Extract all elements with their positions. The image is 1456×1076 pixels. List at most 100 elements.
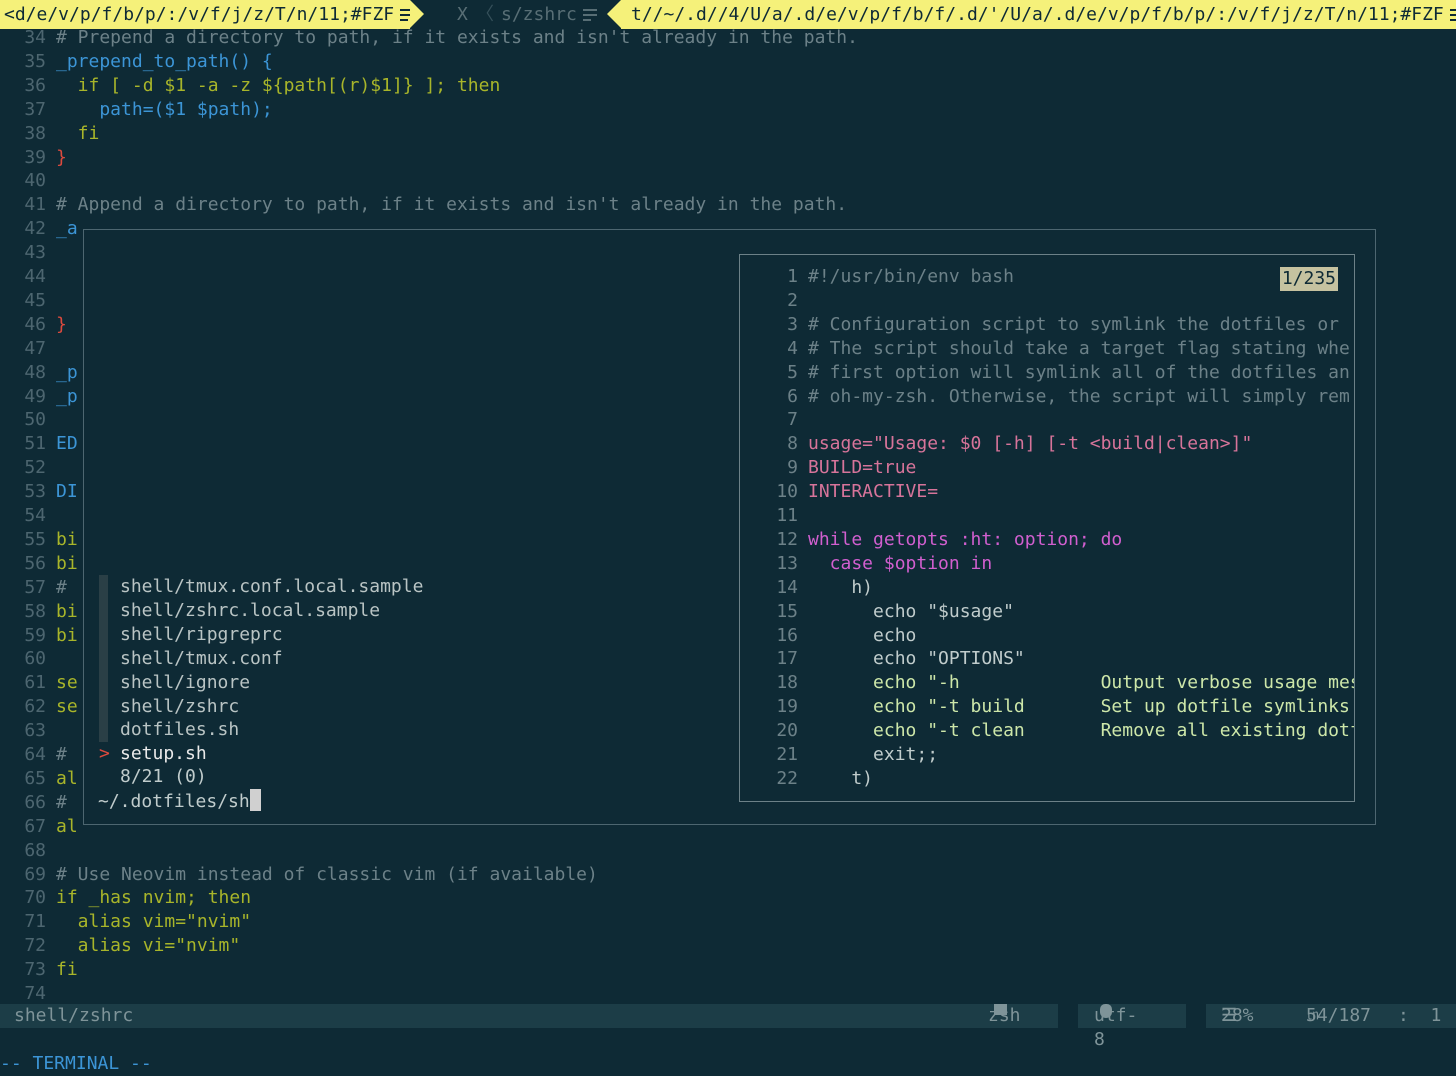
preview-line-text: # oh-my-zsh. Otherwise, the script will … — [808, 385, 1350, 407]
code-line: 39} — [0, 146, 67, 170]
tab-close-button[interactable]: X — [457, 0, 468, 29]
preview-line-text: BUILD=true — [808, 457, 917, 479]
preview-line: 11 — [740, 504, 808, 528]
preview-line: 14 h) — [740, 576, 873, 600]
text-cursor — [249, 789, 261, 811]
line-number: 67 — [24, 815, 46, 837]
mode-indicator: -- TERMINAL -- — [0, 1053, 152, 1074]
code-line: 66 # — [0, 791, 67, 815]
tab-terminal-path[interactable]: t//~/.d//4/U/a/.d/e/v/p/f/b/f/.d/'/U/a/.… — [621, 0, 1456, 29]
preview-line-text: echo "$usage" — [808, 600, 1014, 622]
code-line: 72 alias vi="nvim" — [0, 934, 240, 958]
code-line: 71 alias vim="nvim" — [0, 910, 251, 934]
preview-line-number: 18 — [776, 672, 798, 694]
code-line: 34 # Prepend a directory to path, if it e… — [0, 26, 858, 50]
preview-line: 10 INTERACTIVE= — [740, 480, 938, 504]
preview-line: 13 case $option in — [740, 552, 992, 576]
preview-line: 20 echo "-t clean Remove all existing do… — [740, 719, 1355, 743]
fzf-gutter — [99, 646, 108, 671]
preview-line-text: echo "-t clean Remove all existing dotf — [808, 720, 1355, 742]
preview-line-text: echo "OPTIONS" — [808, 648, 1025, 670]
line-number: 50 — [24, 409, 46, 431]
line-number: 54 — [24, 505, 46, 526]
code-line: 63 — [0, 719, 56, 743]
preview-line: 4 # The script should take a target flag … — [740, 337, 1350, 361]
preview-line-number: 22 — [776, 767, 798, 789]
preview-line: 9 BUILD=true — [740, 456, 916, 480]
code-text: if _has nvim; then — [56, 887, 252, 909]
code-text: _p — [56, 361, 78, 383]
line-number: 69 — [24, 863, 46, 885]
menu-lines-icon: ☰ — [1221, 1005, 1238, 1026]
apple-icon — [1100, 1004, 1112, 1018]
line-number: 56 — [24, 552, 46, 574]
preview-line-number: 10 — [776, 481, 798, 503]
code-text: path=($1 $path); — [56, 98, 273, 120]
fzf-gutter — [99, 670, 108, 695]
line-number: 72 — [24, 935, 46, 957]
code-text: bi — [56, 624, 78, 646]
line-number: 42 — [24, 218, 46, 240]
tab-separator-icon — [607, 0, 621, 28]
buffer-icon — [400, 9, 410, 21]
code-text: DI — [56, 481, 78, 503]
fzf-preview-pane[interactable]: 1/235 1 #!/usr/bin/env bash 2 3 # Configurat… — [739, 254, 1355, 802]
preview-line: 7 — [740, 408, 808, 432]
line-number: 52 — [24, 457, 46, 479]
preview-line-number: 5 — [787, 361, 798, 383]
line-number: 60 — [24, 648, 46, 670]
preview-line-text: while getopts :ht: option; do — [808, 528, 1123, 550]
fzf-item-label: shell/ripgreprc — [120, 623, 283, 645]
preview-line-text: # Configuration script to symlink the do… — [808, 313, 1340, 335]
preview-line-number: 8 — [787, 433, 798, 455]
preview-line-number: 4 — [787, 337, 798, 359]
preview-line-number: 19 — [776, 696, 798, 718]
tab-zshrc[interactable]: s/zshrc — [501, 0, 597, 29]
line-number: 48 — [24, 361, 46, 383]
code-line: 40 — [0, 169, 56, 193]
line-number: 45 — [24, 289, 46, 311]
line-number: 62 — [24, 696, 46, 718]
fzf-query: ~/.dotfiles/sh — [98, 791, 250, 812]
buffer-icon — [1449, 9, 1456, 21]
code-line: 56 bi — [0, 552, 78, 576]
preview-line-number: 12 — [776, 528, 798, 550]
fzf-item-label: dotfiles.sh — [120, 719, 240, 741]
code-text: fi — [56, 122, 100, 144]
code-line: 64 # — [0, 743, 67, 767]
code-line: 61 se — [0, 671, 77, 695]
status-line: shell/zshrc zsh utf-8 28% ☰ 54/187 ㏑ : 1 — [0, 1004, 1456, 1050]
code-line: 37 path=($1 $path); — [0, 98, 273, 122]
fzf-item-label: shell/tmux.conf — [120, 647, 283, 669]
fzf-search-input[interactable]: ~/.dotfiles/sh — [98, 789, 261, 813]
code-text: _prepend_to_path() { — [56, 50, 273, 72]
line-number: 63 — [24, 720, 46, 742]
preview-position-badge: 1/235 — [1279, 267, 1338, 291]
code-text: bi — [56, 600, 78, 622]
code-line: 58 bi — [0, 600, 78, 624]
code-line: 68 — [0, 839, 56, 863]
code-line: 52 — [0, 456, 56, 480]
line-number: 47 — [24, 337, 46, 359]
code-text: fi — [56, 959, 78, 981]
line-number: 64 — [24, 744, 46, 765]
line-number: 57 — [24, 576, 46, 598]
preview-line-number: 15 — [776, 600, 798, 622]
fzf-gutter — [99, 598, 108, 623]
code-line: 35 _prepend_to_path() { — [0, 50, 273, 74]
code-text: bi — [56, 552, 78, 574]
preview-line-text: case $option in — [808, 552, 993, 574]
preview-line: 5 # first option will symlink all of the … — [740, 361, 1350, 385]
line-number: 68 — [24, 839, 46, 861]
preview-line-text: usage="Usage: $0 [-h] [-t <build|clean>]… — [808, 433, 1253, 455]
code-text: # Prepend a directory to path, if it exi… — [56, 27, 858, 48]
code-line: 41 # Append a directory to path, if it ex… — [0, 193, 847, 217]
code-text: alias vi="nvim" — [56, 935, 241, 957]
preview-line-text: t) — [808, 767, 874, 789]
tab-fzf-terminal[interactable]: <d/e/v/p/f/b/p/:/v/f/j/z/T/n/11;#FZF — [0, 0, 410, 29]
code-text: _p — [56, 385, 78, 407]
code-text: al — [56, 767, 78, 789]
line-number: 73 — [24, 959, 46, 981]
line-number: 43 — [24, 242, 46, 264]
code-text: alias vim="nvim" — [56, 911, 252, 933]
